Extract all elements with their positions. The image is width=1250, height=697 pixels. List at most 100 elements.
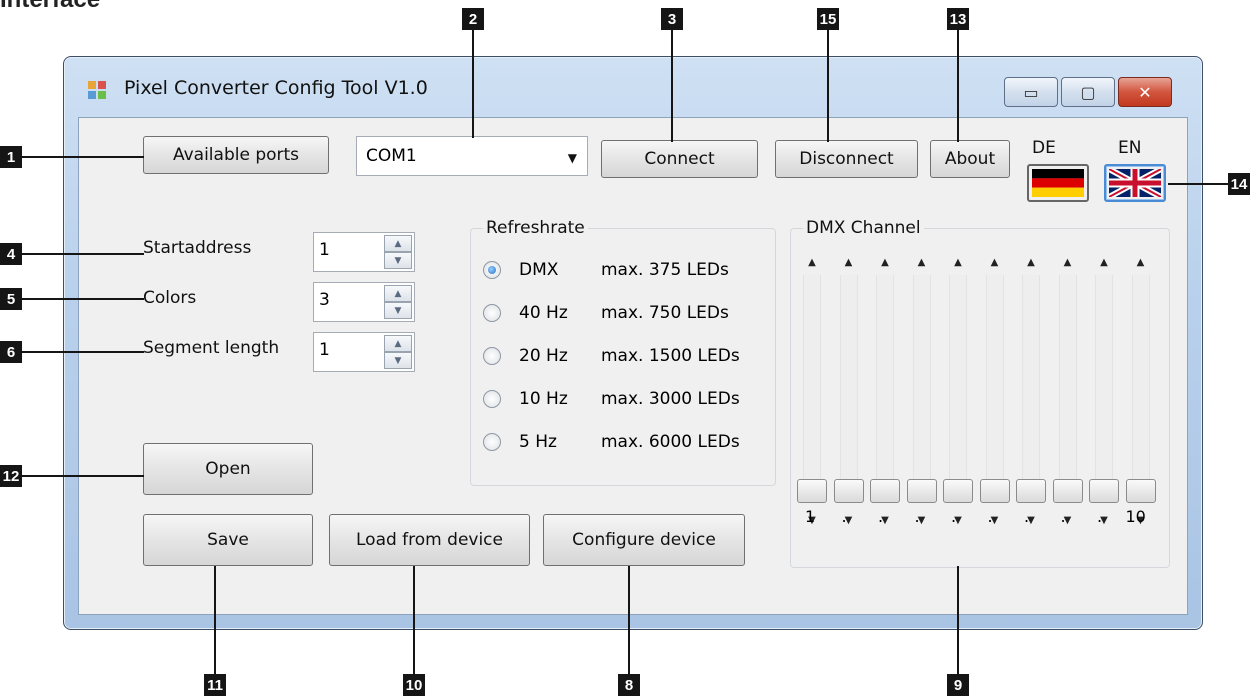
segment-length-value[interactable]: 1 (319, 340, 330, 360)
slider-thumb[interactable] (797, 479, 827, 503)
slider-up-icon[interactable]: ▲ (834, 257, 864, 268)
startaddress-spinner[interactable]: 1 ▲ ▼ (313, 232, 415, 272)
chevron-down-icon[interactable]: ▼ (568, 151, 577, 165)
spin-up-icon[interactable]: ▲ (384, 285, 412, 302)
refreshrate-max: max. 750 LEDs (601, 303, 729, 323)
slider-track[interactable] (912, 275, 931, 503)
slider-thumb[interactable] (833, 479, 864, 503)
callout-marker-8: 8 (618, 674, 640, 696)
slider-up-icon[interactable]: ▲ (1089, 257, 1119, 268)
dmx-scale-label: . (1024, 507, 1030, 526)
refreshrate-option[interactable]: DMX max. 375 LEDs (483, 257, 729, 283)
flag-de-button[interactable] (1027, 164, 1089, 202)
radio-button[interactable] (483, 433, 501, 451)
slider-track[interactable] (1095, 275, 1113, 503)
dmx-scale-label: 10 (1125, 507, 1146, 526)
close-button[interactable]: ✕ (1118, 77, 1172, 107)
flag-en-button[interactable] (1104, 164, 1166, 202)
available-ports-button[interactable]: Available ports (143, 136, 329, 174)
spin-up-icon[interactable]: ▲ (384, 335, 412, 352)
slider-thumb[interactable] (1016, 479, 1046, 503)
slider-thumb[interactable] (1052, 479, 1083, 503)
slider-up-icon[interactable]: ▲ (1126, 257, 1156, 268)
radio-button[interactable] (483, 347, 501, 365)
slider-track[interactable] (985, 275, 1004, 503)
slider-track[interactable] (949, 275, 967, 503)
slider-track[interactable] (876, 275, 894, 503)
dmx-scale-label: . (1060, 507, 1066, 526)
radio-button[interactable] (483, 261, 501, 279)
segment-length-spinner[interactable]: 1 ▲ ▼ (313, 332, 415, 372)
callout-marker-9: 9 (947, 674, 969, 696)
slider-up-icon[interactable]: ▲ (943, 257, 973, 268)
refreshrate-option[interactable]: 40 Hz max. 750 LEDs (483, 300, 729, 326)
callout-marker-2: 2 (462, 8, 484, 30)
dmx-channel-scale: 1........ 10 (791, 507, 1171, 527)
slider-track[interactable] (839, 275, 858, 503)
callout-marker-1: 1 (0, 146, 22, 168)
slider-track[interactable] (1131, 275, 1150, 503)
callout-line (22, 156, 144, 158)
load-from-device-button[interactable]: Load from device (329, 514, 530, 566)
callout-marker-13: 13 (947, 8, 969, 30)
refreshrate-title: Refreshrate (483, 218, 588, 238)
startaddress-value[interactable]: 1 (319, 240, 330, 260)
minimize-icon: ▭ (1023, 82, 1039, 102)
maximize-icon: ▢ (1080, 82, 1096, 102)
slider-thumb[interactable] (906, 479, 937, 503)
slider-track[interactable] (1022, 275, 1040, 503)
refreshrate-max: max. 6000 LEDs (601, 432, 740, 452)
callout-line (628, 566, 630, 678)
refreshrate-group: Refreshrate DMX max. 375 LEDs 40 Hz max.… (470, 218, 776, 486)
about-button[interactable]: About (930, 140, 1010, 178)
language-de-label: DE (1032, 138, 1056, 158)
spin-down-icon[interactable]: ▼ (384, 302, 412, 319)
callout-marker-6: 6 (0, 341, 22, 363)
refreshrate-option[interactable]: 5 Hz max. 6000 LEDs (483, 429, 740, 455)
callout-line (413, 566, 415, 678)
minimize-button[interactable]: ▭ (1004, 77, 1058, 107)
slider-up-icon[interactable]: ▲ (797, 257, 827, 268)
colors-value[interactable]: 3 (319, 290, 330, 310)
callout-marker-14: 14 (1228, 173, 1250, 195)
refreshrate-option[interactable]: 20 Hz max. 1500 LEDs (483, 343, 740, 369)
callout-marker-11: 11 (204, 674, 226, 696)
slider-up-icon[interactable]: ▲ (980, 257, 1010, 268)
port-select[interactable]: COM1 ▼ (356, 136, 588, 176)
slider-thumb[interactable] (1125, 479, 1156, 503)
title-bar[interactable]: Pixel Converter Config Tool V1.0 ▭ ▢ ✕ (64, 57, 1202, 115)
colors-spinner[interactable]: 3 ▲ ▼ (313, 282, 415, 322)
slider-thumb[interactable] (870, 479, 900, 503)
spin-down-icon[interactable]: ▼ (384, 252, 412, 269)
spin-down-icon[interactable]: ▼ (384, 352, 412, 369)
segment-length-label: Segment length (143, 338, 280, 358)
connect-button[interactable]: Connect (601, 140, 758, 178)
configure-device-button[interactable]: Configure device (543, 514, 745, 566)
slider-up-icon[interactable]: ▲ (1053, 257, 1083, 268)
slider-up-icon[interactable]: ▲ (1016, 257, 1046, 268)
slider-thumb[interactable] (979, 479, 1010, 503)
dmx-scale-label: . (841, 507, 847, 526)
callout-line (22, 351, 144, 353)
refreshrate-max: max. 1500 LEDs (601, 346, 740, 366)
app-icon (88, 81, 108, 99)
callout-line (214, 566, 216, 678)
spin-up-icon[interactable]: ▲ (384, 235, 412, 252)
slider-track[interactable] (803, 275, 821, 503)
callout-marker-15: 15 (817, 8, 839, 30)
callout-line (957, 20, 959, 142)
slider-thumb[interactable] (1089, 479, 1119, 503)
disconnect-button[interactable]: Disconnect (775, 140, 918, 178)
open-button[interactable]: Open (143, 443, 313, 495)
save-button[interactable]: Save (143, 514, 313, 566)
maximize-button[interactable]: ▢ (1061, 77, 1115, 107)
slider-up-icon[interactable]: ▲ (870, 257, 900, 268)
radio-button[interactable] (483, 390, 501, 408)
callout-line (472, 20, 474, 138)
radio-button[interactable] (483, 304, 501, 322)
slider-thumb[interactable] (943, 479, 973, 503)
refreshrate-option[interactable]: 10 Hz max. 3000 LEDs (483, 386, 740, 412)
slider-track[interactable] (1058, 275, 1077, 503)
slider-up-icon[interactable]: ▲ (907, 257, 937, 268)
callout-marker-12: 12 (0, 465, 22, 487)
